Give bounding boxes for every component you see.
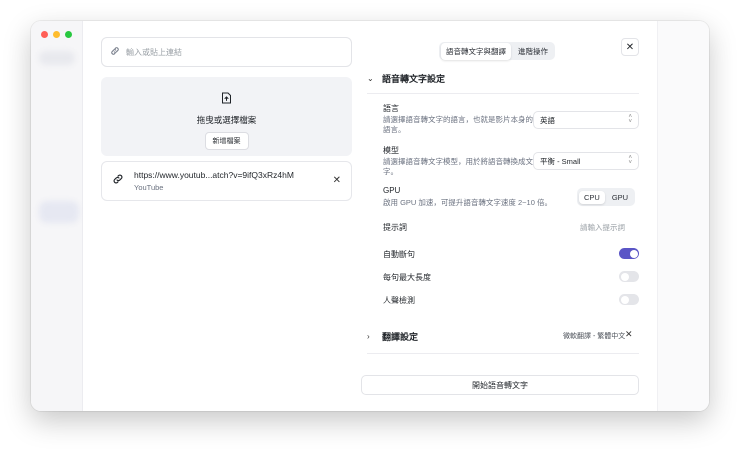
cpu-option[interactable]: CPU: [579, 190, 605, 204]
language-description: 請選擇語音轉文字的語言，也就是影片本身的語言。: [383, 115, 533, 134]
max-length-toggle[interactable]: [619, 271, 639, 282]
minimize-window-icon[interactable]: [53, 31, 60, 38]
gpu-segmented-control: CPU GPU: [577, 188, 636, 206]
max-length-label: 每句最大長度: [383, 273, 431, 282]
prompt-input[interactable]: [539, 219, 639, 235]
language-label: 語言: [383, 104, 399, 113]
background-right: [657, 21, 709, 411]
divider: [367, 93, 639, 94]
file-upload-icon: [221, 91, 232, 109]
dialog-panel: 拖曳或選擇檔案 新增檔案 https://www.youtub...atch?v…: [83, 21, 657, 411]
toggle-knob: [629, 249, 638, 258]
tab-transcribe-translate[interactable]: 語音轉文字與翻譯: [441, 42, 511, 60]
model-description: 請選擇語音轉文字模型，用於將語音轉換成文字。: [383, 157, 533, 176]
voice-detection-toggle[interactable]: [619, 294, 639, 305]
close-dialog-button[interactable]: ✕: [621, 38, 639, 56]
updown-chevron-icon: ˄ ˅: [628, 155, 632, 166]
link-icon: [110, 43, 120, 61]
mode-tabs: 語音轉文字與翻譯 進階操作: [439, 42, 555, 60]
translation-summary: 微軟翻譯 - 繁體中文: [563, 333, 626, 340]
source-url: https://www.youtub...atch?v=9ifQ3xRz4hM: [134, 170, 294, 180]
start-transcription-button[interactable]: 開始語音轉文字: [361, 375, 639, 395]
model-value: 平衡 - Small: [540, 156, 581, 166]
transcription-section-title: 語音轉文字設定: [382, 74, 446, 84]
language-select[interactable]: 英語 ˄ ˅: [533, 111, 639, 129]
gpu-description: 啟用 GPU 加速，可提升語音轉文字速度 2~10 倍。: [383, 198, 552, 207]
add-file-button[interactable]: 新增檔案: [204, 132, 249, 150]
divider: [367, 353, 639, 354]
chevron-right-icon: ›: [367, 332, 370, 341]
blurred-item: [39, 201, 79, 223]
url-field[interactable]: [101, 37, 352, 67]
url-input[interactable]: [126, 47, 336, 57]
close-icon: ✕: [625, 41, 635, 53]
chevron-down-icon: ⌄: [367, 74, 374, 83]
language-value: 英語: [540, 115, 555, 125]
auto-segment-toggle[interactable]: [619, 248, 639, 259]
auto-segment-label: 自動斷句: [383, 250, 415, 259]
toggle-knob: [620, 295, 629, 304]
remove-source-icon[interactable]: ✕: [333, 175, 341, 186]
gpu-label: GPU: [383, 186, 401, 195]
translation-section-title: 翻譯設定: [382, 332, 419, 342]
source-platform: YouTube: [134, 183, 164, 192]
blurred-item: [39, 51, 75, 65]
tab-advanced[interactable]: 進階操作: [513, 43, 553, 60]
model-label: 模型: [383, 146, 399, 155]
updown-chevron-icon: ˄ ˅: [628, 114, 632, 125]
prompt-label: 提示詞: [383, 223, 407, 232]
dropzone-label: 拖曳或選擇檔案: [196, 115, 257, 125]
model-select[interactable]: 平衡 - Small ˄ ˅: [533, 152, 639, 170]
voice-detection-label: 人聲檢測: [383, 296, 415, 305]
source-item[interactable]: https://www.youtub...atch?v=9ifQ3xRz4hM …: [101, 161, 352, 201]
file-dropzone[interactable]: 拖曳或選擇檔案 新增檔案: [101, 77, 352, 156]
transcription-section-header[interactable]: ⌄ 語音轉文字設定: [367, 72, 445, 85]
toggle-knob: [620, 272, 629, 281]
close-window-icon[interactable]: [41, 31, 48, 38]
translation-section-header[interactable]: › 翻譯設定: [367, 330, 418, 343]
gpu-option[interactable]: GPU: [607, 191, 633, 204]
background-sidebar: [31, 21, 83, 411]
zoom-window-icon[interactable]: [65, 31, 72, 38]
link-icon: [112, 172, 124, 190]
app-window: 拖曳或選擇檔案 新增檔案 https://www.youtub...atch?v…: [31, 21, 709, 411]
window-controls: [41, 31, 72, 38]
clear-translation-icon[interactable]: ✕: [625, 329, 633, 340]
